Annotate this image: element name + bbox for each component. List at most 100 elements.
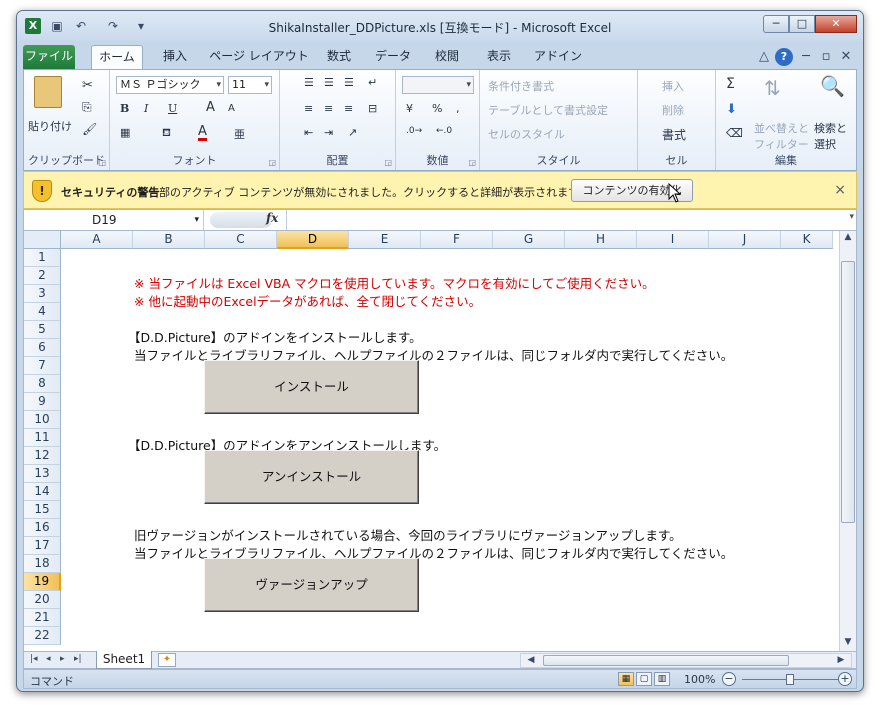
row-header-15[interactable]: 15: [24, 501, 61, 519]
sheet-tab-sheet1[interactable]: Sheet1: [96, 651, 152, 669]
delete-cells-button[interactable]: 削除: [662, 102, 684, 118]
shrink-font-button[interactable]: A: [228, 103, 235, 114]
column-header-f[interactable]: F: [421, 231, 493, 249]
find-select-label[interactable]: 検索と: [814, 120, 847, 136]
row-header-18[interactable]: 18: [24, 555, 61, 573]
worksheet-grid[interactable]: ABCDEFGHIJK 1 2 3 4 5 6 7 8 9 10 11 12 13 14 15 16 17 18 1…: [23, 231, 857, 651]
close-button[interactable]: ✕: [815, 15, 857, 33]
normal-view-icon[interactable]: ▦: [618, 672, 634, 686]
row-header-16[interactable]: 16: [24, 519, 61, 537]
borders-icon[interactable]: ▦: [120, 126, 130, 139]
column-header-b[interactable]: B: [133, 231, 205, 249]
clear-icon[interactable]: ⌫: [726, 126, 743, 140]
row-header-9[interactable]: 9: [24, 393, 61, 411]
row-header-11[interactable]: 11: [24, 429, 61, 447]
row-header-20[interactable]: 20: [24, 591, 61, 609]
column-header-h[interactable]: H: [565, 231, 637, 249]
tab-file[interactable]: ファイル: [23, 45, 75, 69]
page-break-view-icon[interactable]: ▥: [654, 672, 670, 686]
upgrade-button[interactable]: ヴァージョンアップ: [204, 558, 419, 612]
dialog-launcher-icon[interactable]: ◲: [98, 158, 106, 167]
wrap-text-icon[interactable]: ↵: [368, 76, 377, 89]
currency-icon[interactable]: ¥: [406, 102, 413, 115]
help-icon[interactable]: ?: [775, 48, 793, 66]
workbook-minimize-icon[interactable]: ─: [797, 48, 815, 66]
row-header-5[interactable]: 5: [24, 321, 61, 339]
expand-formula-bar-icon[interactable]: ▾: [849, 212, 854, 222]
row-header-22[interactable]: 22: [24, 627, 61, 645]
format-cells-button[interactable]: 書式: [662, 126, 686, 143]
name-box[interactable]: D19: [24, 210, 204, 230]
increase-decimal-icon[interactable]: .0→: [406, 126, 422, 136]
row-header-3[interactable]: 3: [24, 285, 61, 303]
horizontal-scroll-thumb[interactable]: [543, 655, 789, 666]
row-header-21[interactable]: 21: [24, 609, 61, 627]
tab-formulas[interactable]: 数式: [319, 45, 359, 69]
install-button[interactable]: インストール: [204, 360, 419, 414]
scroll-down-icon[interactable]: ▼: [840, 637, 856, 647]
row-header-1[interactable]: 1: [24, 249, 61, 267]
page-layout-view-icon[interactable]: ▢: [636, 672, 652, 686]
column-header-c[interactable]: C: [205, 231, 277, 249]
find-select-label-2[interactable]: 選択: [814, 136, 836, 152]
vertical-scroll-thumb[interactable]: [841, 261, 855, 523]
column-header-k[interactable]: K: [781, 231, 833, 249]
zoom-level[interactable]: 100%: [684, 673, 715, 686]
row-header-13[interactable]: 13: [24, 465, 61, 483]
column-header-i[interactable]: I: [637, 231, 709, 249]
align-bottom-icon[interactable]: ☰: [344, 76, 354, 89]
row-header-8[interactable]: 8: [24, 375, 61, 393]
minimize-ribbon-icon[interactable]: △: [755, 48, 773, 66]
tab-review[interactable]: 校閲: [425, 45, 469, 69]
zoom-slider-thumb[interactable]: [786, 674, 794, 685]
zoom-out-button[interactable]: −: [722, 672, 736, 686]
row-header-7[interactable]: 7: [24, 357, 61, 375]
scroll-right-icon[interactable]: ▶: [833, 655, 849, 665]
column-header-d[interactable]: D: [277, 231, 349, 249]
workbook-close-icon[interactable]: ✕: [837, 48, 855, 66]
insert-cells-button[interactable]: 挿入: [662, 78, 684, 94]
row-header-19[interactable]: 19: [24, 573, 61, 591]
cut-icon[interactable]: ✂: [82, 78, 93, 93]
align-center-icon[interactable]: ≡: [324, 102, 333, 115]
cell-styles-button[interactable]: セルのスタイル: [488, 126, 565, 142]
formula-input[interactable]: [286, 210, 836, 230]
number-format-select[interactable]: [402, 76, 474, 94]
uninstall-button[interactable]: アンインストール: [204, 450, 419, 504]
row-header-17[interactable]: 17: [24, 537, 61, 555]
maximize-button[interactable]: □: [789, 15, 815, 33]
font-name-select[interactable]: ＭＳ Ｐゴシック: [116, 76, 224, 94]
merge-center-icon[interactable]: ⊟: [368, 102, 377, 115]
fill-icon[interactable]: ⬇: [726, 102, 737, 117]
align-top-icon[interactable]: ☰: [304, 76, 314, 89]
prev-sheet-icon[interactable]: ◂: [46, 654, 51, 664]
find-select-icon[interactable]: 🔍: [820, 74, 845, 98]
first-sheet-icon[interactable]: |◂: [30, 654, 38, 664]
fill-color-icon[interactable]: ⛾: [162, 126, 171, 141]
next-sheet-icon[interactable]: ▸: [60, 654, 65, 664]
column-header-j[interactable]: J: [709, 231, 781, 249]
format-as-table-button[interactable]: テーブルとして書式設定: [488, 102, 608, 118]
align-right-icon[interactable]: ≡: [344, 102, 353, 115]
paste-icon[interactable]: [34, 76, 62, 108]
scroll-up-icon[interactable]: ▲: [840, 232, 856, 242]
tab-insert[interactable]: 挿入: [151, 45, 199, 69]
dialog-launcher-icon[interactable]: ◲: [384, 158, 392, 167]
column-header-e[interactable]: E: [349, 231, 421, 249]
select-all-corner[interactable]: [24, 231, 61, 249]
close-message-bar-icon[interactable]: ×: [834, 182, 846, 198]
copy-icon[interactable]: ⎘: [82, 100, 92, 115]
row-header-10[interactable]: 10: [24, 411, 61, 429]
workbook-restore-icon[interactable]: ▫: [817, 48, 835, 66]
scroll-left-icon[interactable]: ◀: [523, 655, 539, 665]
tab-home[interactable]: ホーム: [91, 45, 143, 70]
conditional-formatting-button[interactable]: 条件付き書式: [488, 78, 554, 94]
bold-button[interactable]: B: [120, 102, 129, 115]
zoom-in-button[interactable]: +: [838, 672, 852, 686]
tab-data[interactable]: データ: [369, 45, 417, 69]
row-header-14[interactable]: 14: [24, 483, 61, 501]
align-middle-icon[interactable]: ☰: [324, 76, 334, 89]
row-header-2[interactable]: 2: [24, 267, 61, 285]
orientation-icon[interactable]: ↗: [348, 126, 357, 139]
sort-filter-label-2[interactable]: フィルター: [754, 136, 809, 152]
